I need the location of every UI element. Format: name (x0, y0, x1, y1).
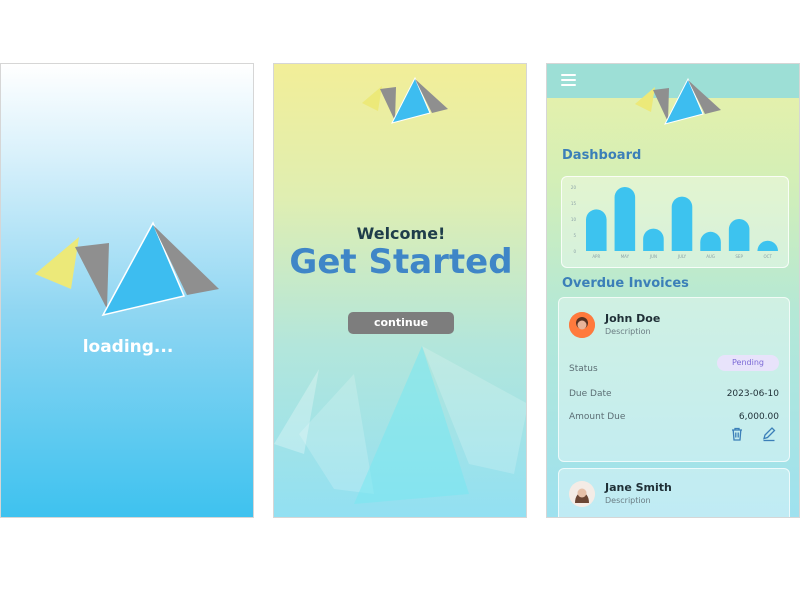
x-tick-label: MAY (621, 254, 630, 259)
avatar (569, 481, 595, 507)
y-tick-label: 5 (573, 233, 576, 238)
welcome-screen: Welcome! Get Started continue (273, 63, 527, 518)
bar-chart-card: 0 5 10 15 20 APR MAY JUN JULY AUG SEP OCT (561, 176, 789, 268)
invoice-card[interactable]: John Doe Description Status Pending Due … (558, 297, 790, 462)
chart-bar (614, 187, 636, 251)
dashboard-screen: Dashboard 0 5 10 15 20 APR MAY JUN JULY AUG SEP OCT… (546, 63, 800, 518)
amount-due-value: 6,000.00 (738, 412, 779, 422)
mountain-logo (360, 75, 450, 125)
chart-bar (586, 209, 607, 251)
loading-screen: loading... (0, 63, 254, 518)
trash-icon[interactable] (729, 426, 745, 442)
due-date-value: 2023-06-10 (726, 389, 779, 399)
chart-bar (643, 228, 664, 251)
background-mountains (274, 314, 526, 517)
edit-icon[interactable] (761, 426, 777, 442)
overdue-invoices-title: Overdue Invoices (562, 276, 689, 291)
due-date-label: Due Date (569, 389, 612, 399)
x-tick-label: JULY (677, 254, 687, 259)
mountain-logo (633, 76, 723, 126)
y-tick-label: 20 (571, 185, 577, 190)
amount-due-label: Amount Due (569, 412, 626, 422)
welcome-greeting: Welcome! (356, 224, 446, 243)
invoice-description: Description (605, 327, 651, 336)
bar-chart: 0 5 10 15 20 APR MAY JUN JULY AUG SEP OCT (571, 185, 778, 259)
dashboard-title: Dashboard (562, 148, 642, 163)
status-badge: Pending (717, 355, 779, 371)
chart-bar (671, 196, 693, 251)
status-label: Status (569, 364, 598, 374)
chart-bar (728, 219, 750, 251)
x-tick-label: AUG (706, 254, 715, 259)
y-tick-label: 10 (571, 217, 577, 222)
x-tick-label: JUN (649, 254, 657, 259)
chart-bar (757, 240, 778, 251)
invoice-description: Description (605, 496, 651, 505)
avatar (569, 312, 595, 338)
x-tick-label: APR (592, 254, 600, 259)
loading-text: loading... (82, 337, 174, 357)
invoice-card[interactable]: Jane Smith Description (558, 468, 790, 517)
invoice-name: Jane Smith (605, 481, 672, 494)
hamburger-menu-icon[interactable] (561, 74, 576, 86)
x-tick-label: SEP (735, 254, 743, 259)
x-tick-label: OCT (764, 254, 773, 259)
y-tick-label: 15 (571, 201, 577, 206)
mountain-logo (31, 219, 226, 319)
y-tick-label: 0 (573, 249, 576, 254)
get-started-headline: Get Started (289, 242, 513, 282)
invoice-name: John Doe (605, 312, 661, 325)
chart-bar (700, 231, 721, 251)
